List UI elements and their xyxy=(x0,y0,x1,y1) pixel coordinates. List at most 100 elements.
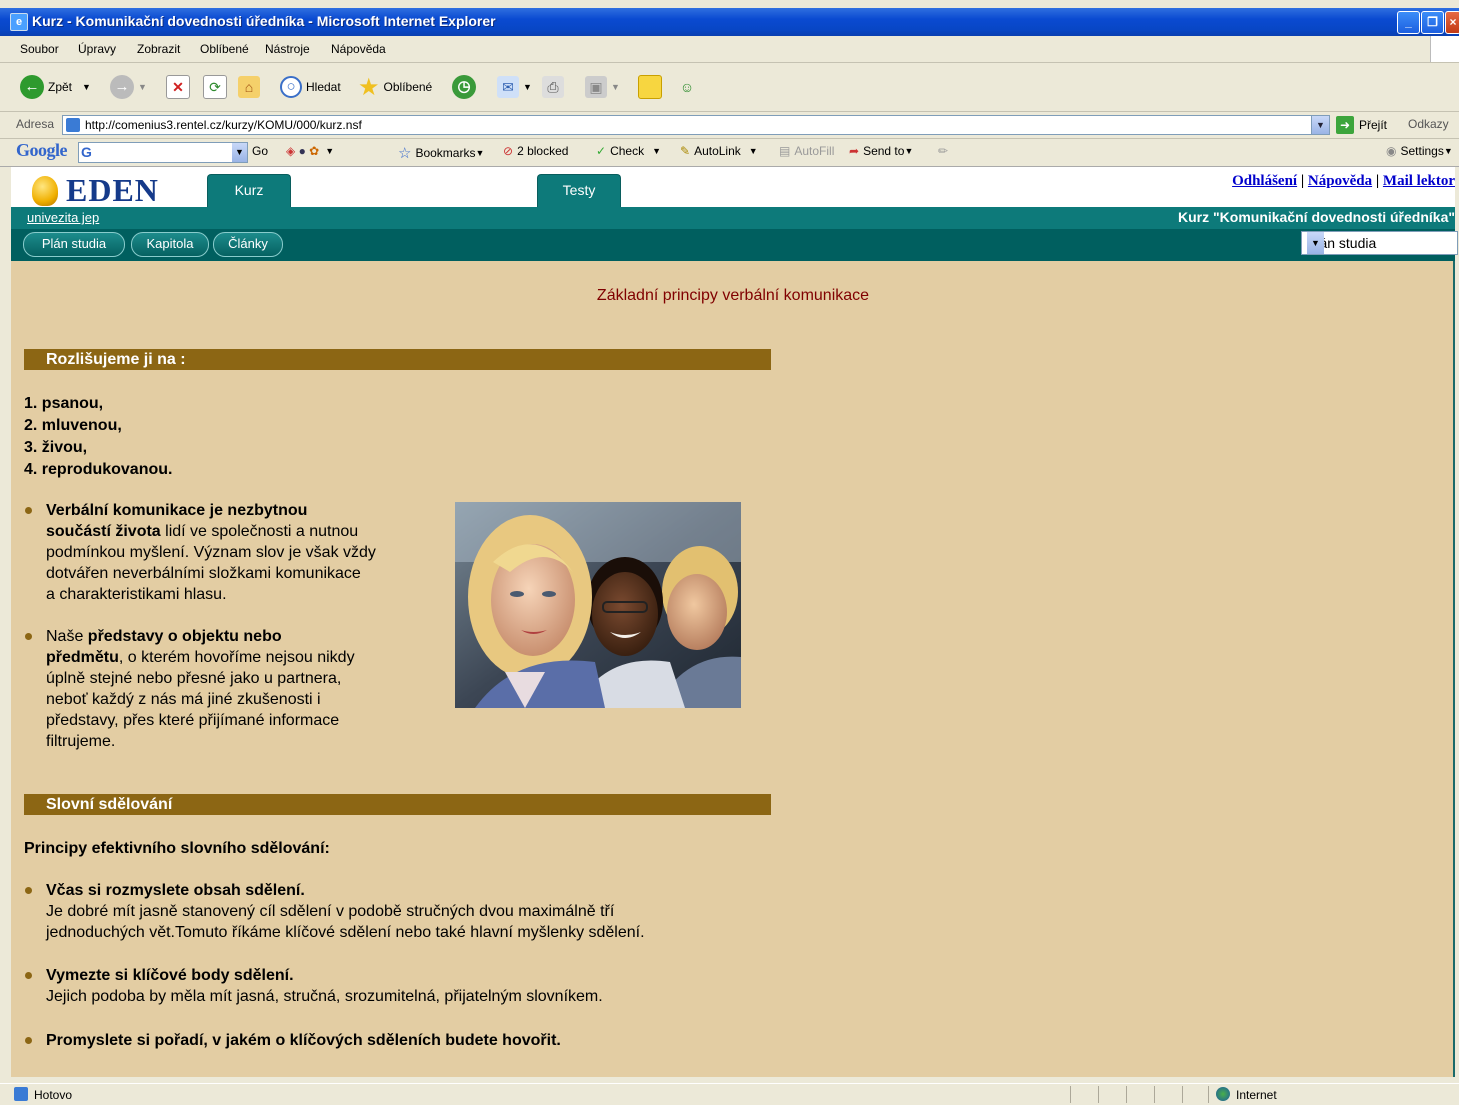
principle-1: Včas si rozmyslete obsah sdělení. Je dob… xyxy=(46,880,846,943)
google-go-button[interactable]: Go xyxy=(252,144,268,158)
search-button[interactable]: ○ Hledat xyxy=(280,73,341,101)
bullet-icon xyxy=(25,1037,32,1044)
minimize-button[interactable]: _ xyxy=(1397,11,1420,34)
help-link[interactable]: Nápověda xyxy=(1308,173,1372,189)
popup-blocker-button[interactable]: ⊘ 2 blocked xyxy=(503,144,568,158)
globe-icon xyxy=(1216,1087,1230,1101)
toolbar: ← Zpět ▼ → ▼ ✕ ⟳ ⌂ ○ Hledat ★ Oblíbené ◷… xyxy=(0,63,1459,112)
back-arrow-icon: ← xyxy=(20,75,44,99)
bullet-icon xyxy=(25,972,32,979)
back-button[interactable]: ← Zpět ▼ xyxy=(20,73,91,101)
windows-logo-icon xyxy=(1430,36,1459,62)
star-icon: ★ xyxy=(358,73,380,101)
go-label: Přejít xyxy=(1359,118,1388,132)
tab-kurz[interactable]: Kurz xyxy=(207,174,291,208)
people-photo-image xyxy=(455,502,741,708)
browse-icon: ● xyxy=(298,144,306,158)
bullet2-text: , o kterém hovoříme nejsou nikdy xyxy=(118,649,355,666)
eden-nav: Plán studia Kapitola Články Plán studia … xyxy=(11,229,1458,261)
chevron-down-icon[interactable]: ▼ xyxy=(611,82,620,92)
numbered-list: 1. psanou, 2. mluvenou, 3. živou, 4. rep… xyxy=(24,393,172,481)
search-icon: ○ xyxy=(280,76,302,98)
google-logo[interactable]: Google xyxy=(16,140,68,161)
home-icon: ⌂ xyxy=(238,76,260,98)
chevron-down-icon[interactable]: ▼ xyxy=(82,82,91,92)
mail-lector-link[interactable]: Mail lektor xyxy=(1383,173,1455,189)
favorites-label: Oblíbené xyxy=(383,80,433,94)
edit-button[interactable]: ▣ ▼ xyxy=(585,73,620,101)
close-button[interactable]: × xyxy=(1445,11,1459,34)
principle-1-text: jednoduchých vět.Tomuto říkáme klíčové s… xyxy=(46,924,645,941)
section-header-1-label: Rozlišujeme ji na : xyxy=(46,351,186,368)
blocked-label: 2 blocked xyxy=(517,144,569,158)
pencil-button[interactable]: ✏ xyxy=(938,144,948,158)
search-label: Hledat xyxy=(306,80,341,94)
messenger-button[interactable]: ☺ xyxy=(676,73,702,101)
bullet1-text: a charakteristikami hlasu. xyxy=(46,586,227,603)
menu-edit[interactable]: Úpravy xyxy=(78,42,116,56)
section-header-2: Slovní sdělování xyxy=(24,794,771,815)
chevron-down-icon[interactable]: ▼ xyxy=(523,82,532,92)
spellcheck-button[interactable]: ✓ Check ▼ xyxy=(596,144,661,158)
google-extras[interactable]: ◈ ● ✿ ▼ xyxy=(286,144,334,158)
mail-button[interactable]: ✉ ▼ xyxy=(497,73,532,101)
favorites-button[interactable]: ★ Oblíbené xyxy=(358,73,432,101)
status-bar: Hotovo Internet xyxy=(0,1083,1459,1105)
menu-help[interactable]: Nápověda xyxy=(331,42,386,56)
nav-plan-studia[interactable]: Plán studia xyxy=(23,232,125,257)
send-to-button[interactable]: ➦ Send to ▼ xyxy=(849,144,913,158)
bullet2-bold: představy o objektu nebo xyxy=(87,628,282,645)
university-link[interactable]: univezita jep xyxy=(27,210,99,225)
star-outline-icon: ☆ xyxy=(398,145,412,162)
go-arrow-icon: ➜ xyxy=(1336,116,1354,134)
list-item: 1. psanou, xyxy=(24,395,104,412)
link-separator: | xyxy=(1375,173,1383,189)
settings-button[interactable]: ◉ Settings ▼ xyxy=(1386,144,1453,158)
chevron-down-icon[interactable]: ▼ xyxy=(1307,232,1324,254)
refresh-button[interactable]: ⟳ xyxy=(203,73,231,101)
chevron-down-icon[interactable]: ▼ xyxy=(1311,116,1329,134)
page-icon xyxy=(66,118,80,132)
restore-button[interactable]: ❐ xyxy=(1421,11,1444,34)
menu-file[interactable]: Soubor xyxy=(20,42,59,56)
stop-button[interactable]: ✕ xyxy=(166,73,194,101)
forward-button[interactable]: → ▼ xyxy=(110,73,147,101)
status-divider xyxy=(1208,1086,1209,1103)
history-button[interactable]: ◷ xyxy=(452,73,480,101)
menu-bar: Soubor Úpravy Zobrazit Oblíbené Nástroje… xyxy=(0,36,1459,63)
autofill-button[interactable]: ▤ AutoFill xyxy=(779,144,834,158)
menu-tools[interactable]: Nástroje xyxy=(265,42,310,56)
back-label: Zpět xyxy=(48,80,73,94)
eden-header: EDEN Kurz Testy Odhlášení | Nápověda | M… xyxy=(11,167,1455,208)
nav-kapitola[interactable]: Kapitola xyxy=(131,232,209,257)
logout-link[interactable]: Odhlášení xyxy=(1232,173,1297,189)
autolink-button[interactable]: ✎ AutoLink ▼ xyxy=(680,144,758,158)
list-item: 4. reprodukovanou. xyxy=(24,461,173,478)
nav-clanky[interactable]: Články xyxy=(213,232,283,257)
bullet1-text: podmínkou myšlení. Význam slov je však v… xyxy=(46,544,376,561)
menu-favorites[interactable]: Oblíbené xyxy=(200,42,249,56)
chevron-down-icon[interactable]: ▼ xyxy=(138,82,147,92)
bookmarks-button[interactable]: ☆ Bookmarks ▼ xyxy=(398,144,484,162)
menu-view[interactable]: Zobrazit xyxy=(137,42,180,56)
home-button[interactable]: ⌂ xyxy=(238,73,264,101)
address-input[interactable]: http://comenius3.rentel.cz/kurzy/KOMU/00… xyxy=(62,115,1330,135)
bullet-icon xyxy=(25,887,32,894)
bullet2-text: představy, přes které přijímané informac… xyxy=(46,712,340,729)
tab-testy[interactable]: Testy xyxy=(537,174,621,208)
send-icon: ➦ xyxy=(849,144,860,158)
check-label: Check xyxy=(610,144,645,158)
print-button[interactable]: ⎙ xyxy=(542,73,568,101)
google-search-input[interactable]: G ▼ xyxy=(78,142,248,163)
go-button[interactable]: ➜ Přejít xyxy=(1336,116,1387,134)
discuss-button[interactable] xyxy=(638,73,666,101)
blocked-icon: ⊘ xyxy=(503,144,514,158)
principle-2-text: Jejich podoba by měla mít jasná, stručná… xyxy=(46,988,603,1005)
chevron-down-icon[interactable]: ▼ xyxy=(232,143,247,162)
autolink-label: AutoLink xyxy=(694,144,741,158)
plan-select[interactable]: Plán studia ▼ xyxy=(1301,231,1458,255)
principle-1-text: Je dobré mít jasně stanovený cíl sdělení… xyxy=(46,903,615,920)
bullet1-bold: součástí života xyxy=(46,523,161,540)
bullet2-text: úplně stejné nebo přesné jako u partnera… xyxy=(46,670,342,687)
links-button[interactable]: Odkazy xyxy=(1408,117,1449,131)
